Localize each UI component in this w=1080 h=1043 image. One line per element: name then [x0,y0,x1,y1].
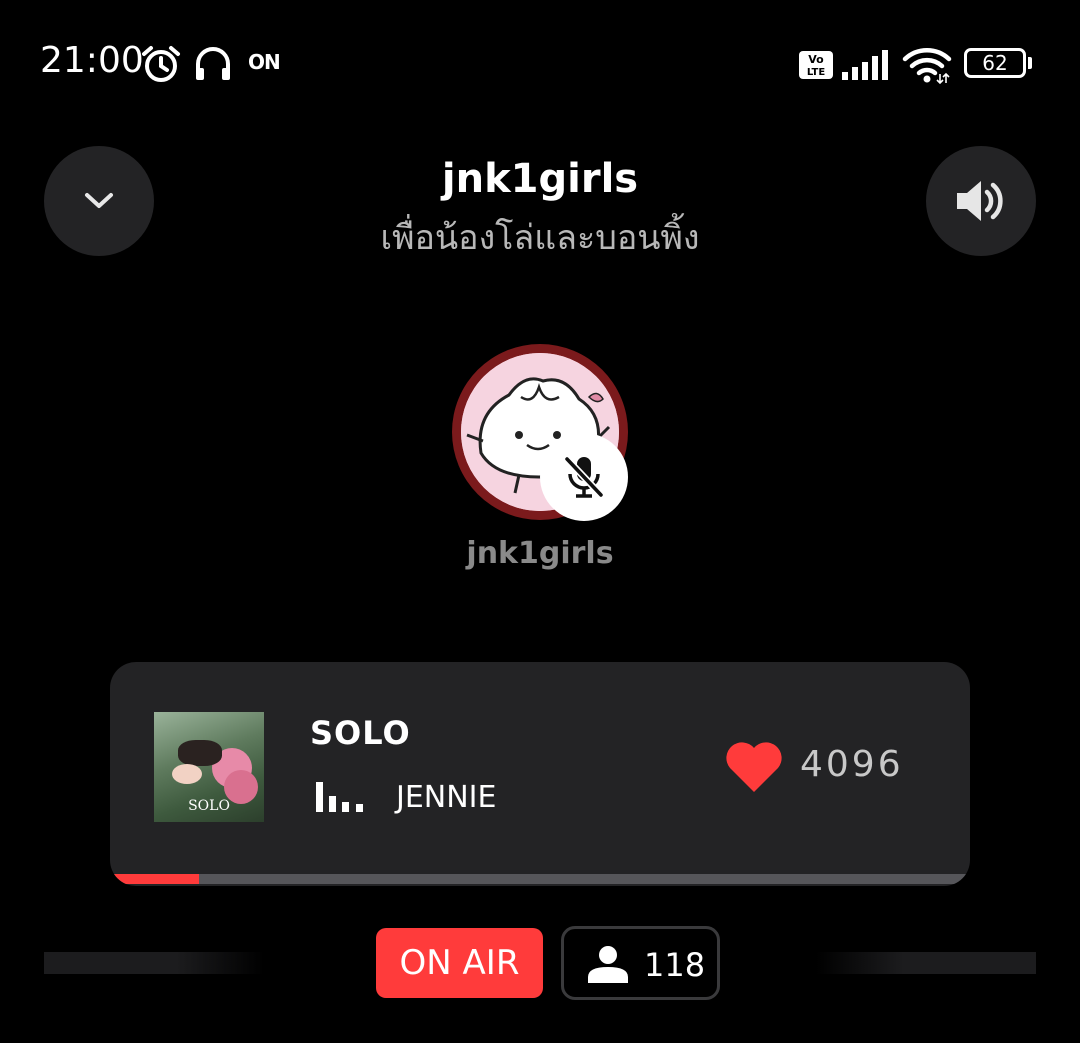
song-progress-bar [114,874,966,884]
right-divider [816,952,1036,974]
cover-figure [172,764,202,784]
now-playing-card[interactable]: SOLO SOLO JENNIE 4096 [110,662,970,886]
host-name: jnk1girls [466,536,614,571]
battery-level: 62 [982,51,1008,75]
person-icon [588,946,628,983]
cover-figure [178,740,222,766]
listener-count-button[interactable]: 118 [561,926,720,1000]
heart-icon[interactable] [724,740,784,794]
status-time: 21:00 [40,40,144,81]
left-divider [44,952,264,974]
listener-count: 118 [644,946,706,984]
song-artist: JENNIE [396,780,497,815]
song-progress-fill [114,874,200,884]
headphones-icon [196,47,230,80]
song-title: SOLO [310,714,411,752]
svg-text:Vo: Vo [808,53,824,66]
battery-icon: 62 [964,48,1026,78]
volume-button[interactable] [926,146,1036,256]
volte-icon: Vo LTE [799,51,833,79]
room-subtitle: เพื่อน้องโล่และบอนพิ้ง [380,218,700,258]
signal-icon [842,50,888,80]
battery-nub [1028,57,1032,69]
mic-status-badge [540,433,628,521]
mic-muted-icon [564,456,604,498]
svg-text:LTE: LTE [807,67,826,78]
like-count: 4096 [800,744,904,785]
on-air-badge: ON AIR [376,928,543,998]
status-bar: 21:00 ON Vo LTE 62 [0,0,1080,130]
live-audio-room-screen: 21:00 ON Vo LTE 62 jnk1girls เพื่อน้องโล… [0,0,1080,1043]
speaker-icon [957,181,1003,221]
equalizer-icon [316,782,363,812]
room-title: jnk1girls [441,156,639,202]
alarm-icon [142,46,180,82]
album-cover: SOLO [154,712,264,822]
wifi-icon [902,48,952,84]
on-indicator: ON [248,50,281,74]
album-cover-title: SOLO [188,798,230,814]
